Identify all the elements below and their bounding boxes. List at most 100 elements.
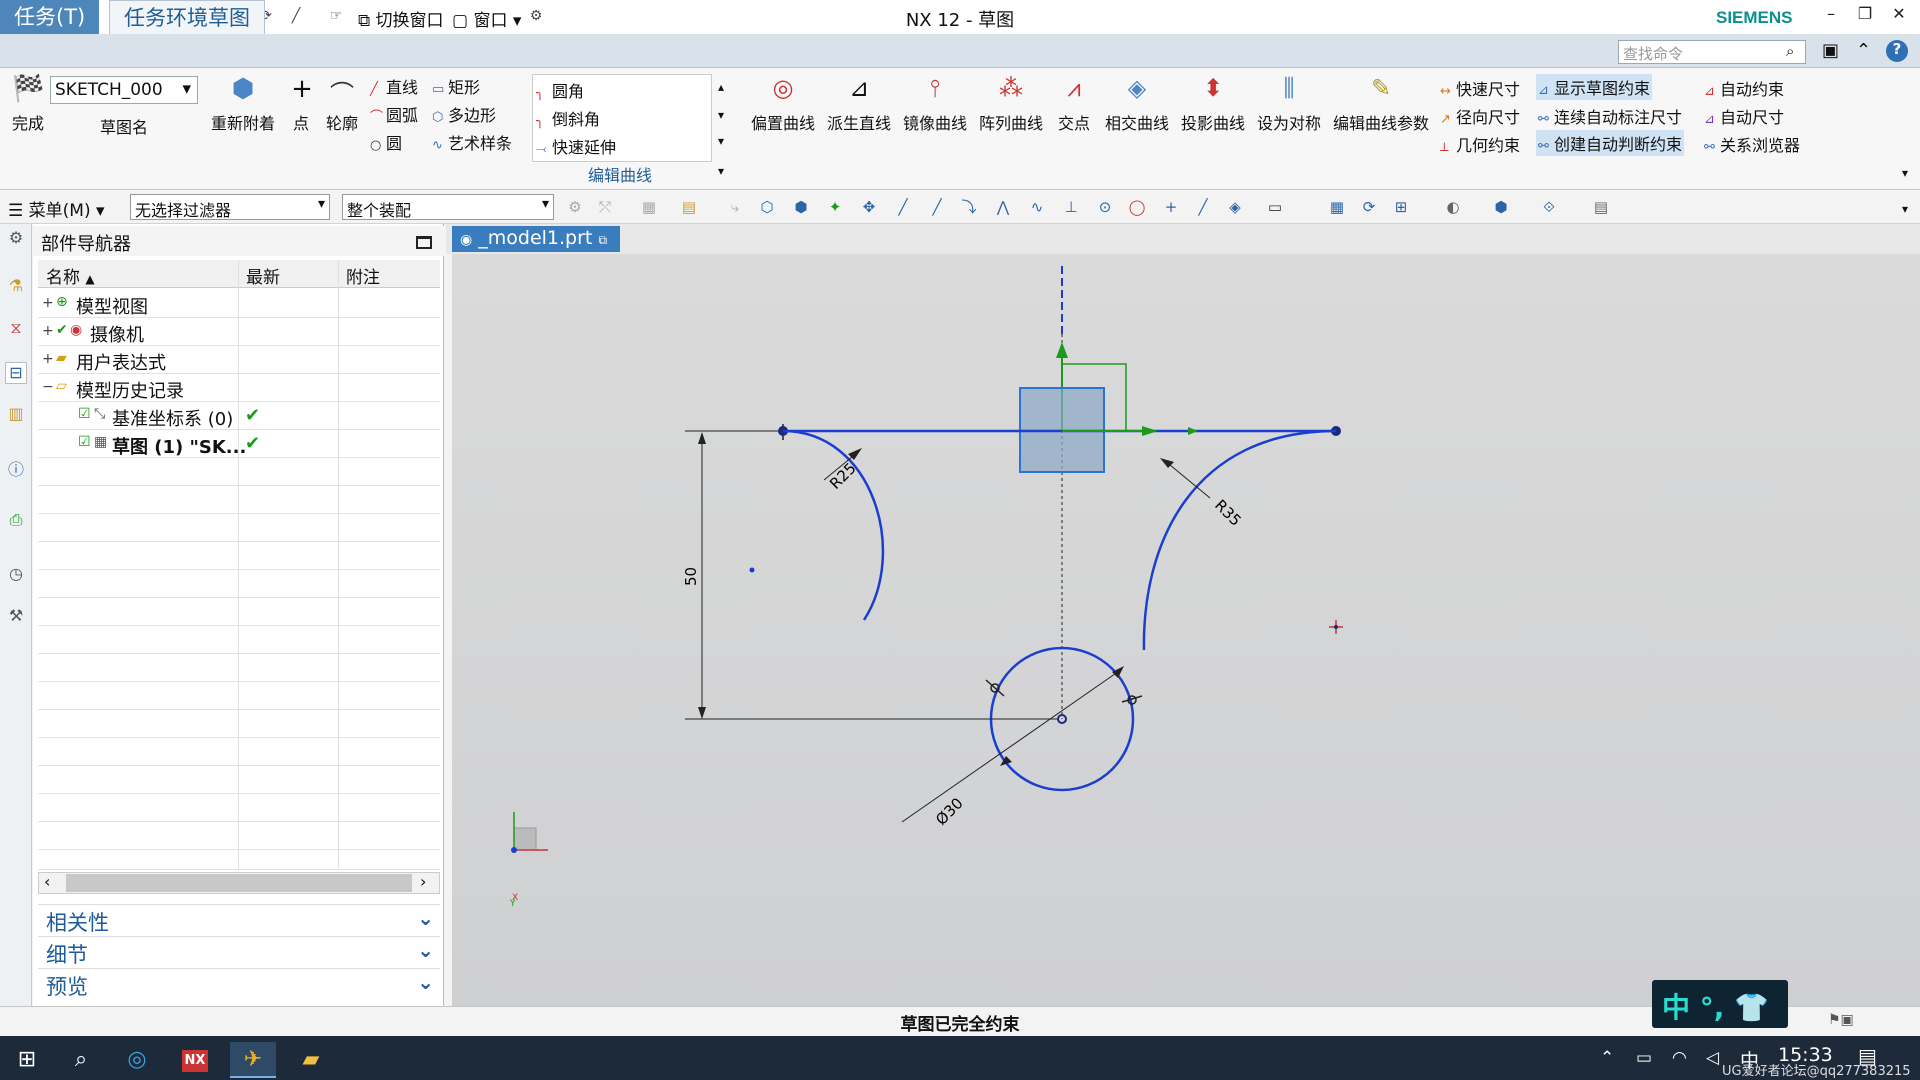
circle-button[interactable]: ○ 圆 — [370, 130, 402, 154]
reuse-library-icon[interactable]: ▥ — [5, 404, 27, 426]
dimension-50[interactable]: 50 — [682, 567, 700, 586]
auto-dimension-button[interactable]: ⊿ 自动尺寸 — [1704, 104, 1784, 128]
radial-dimension-button[interactable]: ↗ 径向尺寸 — [1440, 104, 1520, 128]
point-on-face-icon[interactable]: ◈ — [1224, 196, 1246, 218]
derived-line-button[interactable]: ⊿ 派生直线 — [822, 74, 896, 134]
layer-icon[interactable]: ▤ — [1590, 196, 1612, 218]
checkbox-checked-icon[interactable]: ✔ — [56, 322, 68, 338]
assembly-icon[interactable]: ▦ — [638, 196, 660, 218]
finish-button[interactable]: 🏁 完成 — [8, 74, 48, 134]
collapse-icon[interactable]: − — [42, 379, 56, 395]
mirror-curve-button[interactable]: ⫯ 镜像曲线 — [898, 74, 972, 134]
show-sketch-constraints-toggle[interactable]: ⊿ 显示草图约束 — [1536, 74, 1653, 100]
tree-row-user-expressions[interactable]: + ▰ 用户表达式 — [38, 346, 440, 374]
group-options-icon[interactable]: ▾ — [718, 164, 724, 178]
search-icon[interactable]: ⌕ — [58, 1042, 104, 1078]
geometric-constraint-button[interactable]: ⟂ 几何约束 — [1440, 132, 1520, 156]
continuous-auto-dimension-button[interactable]: ⚯ 连续自动标注尺寸 — [1538, 104, 1682, 128]
right-arc-r35[interactable] — [1142, 429, 1337, 651]
fit-icon[interactable]: ⊞ — [1390, 196, 1412, 218]
scrollbar-thumb[interactable] — [66, 874, 412, 892]
expand-icon[interactable]: + — [42, 323, 56, 339]
point-on-curve-icon[interactable]: ╱ — [1192, 196, 1214, 218]
tree-row-sketch[interactable]: ☑ ▦ 草图 (1) "SK... ✔ — [38, 430, 440, 458]
tree-row-model-history[interactable]: − ▱ 模型历史记录 — [38, 374, 440, 402]
expand-icon[interactable]: + — [42, 351, 56, 367]
column-latest[interactable]: 最新 — [246, 263, 280, 288]
intersect-point-icon[interactable]: ⋀ — [992, 196, 1014, 218]
scope-select[interactable]: 整个装配 — [342, 194, 554, 220]
show-hidden-icons[interactable]: ⌃ — [1600, 1048, 1614, 1068]
tab-sketch-environment[interactable]: 任务环境草图 — [109, 0, 265, 34]
graphics-window[interactable]: R25 R35 50 Ø30 X Y — [452, 254, 1920, 1006]
snap-grid-icon[interactable]: ✥ — [858, 196, 880, 218]
section-view-icon[interactable]: ⟐ — [1538, 196, 1560, 218]
make-symmetric-button[interactable]: ⫼ 设为对称 — [1252, 74, 1326, 134]
part-navigator-icon[interactable]: ⊟ — [5, 362, 27, 384]
web-browser-icon[interactable]: ⎙ — [5, 510, 27, 532]
hd3d-tools-icon[interactable]: ⓘ — [5, 456, 27, 479]
rectangle-button[interactable]: ▭ 矩形 — [432, 74, 480, 98]
history-icon[interactable]: ◷ — [5, 564, 27, 586]
arc-button[interactable]: ⌒ 圆弧 — [370, 102, 418, 126]
search-icon[interactable]: ⌕ — [1786, 42, 1794, 60]
select-body-icon[interactable]: ⬡ — [756, 196, 778, 218]
menu-button[interactable]: ☰ 菜单(M) ▾ — [8, 196, 105, 221]
rapid-dimension-button[interactable]: ↔ 快速尺寸 — [1440, 76, 1520, 100]
line-button[interactable]: ╱ 直线 — [370, 74, 418, 98]
settings-icon[interactable]: ⚙ — [5, 228, 27, 250]
document-tab-model1[interactable]: ◉ _model1.prt ⧉ × — [452, 226, 620, 270]
quadrant-point-icon[interactable]: ◯ — [1126, 196, 1148, 218]
checkbox-checked-icon[interactable]: ☑ — [78, 434, 91, 450]
stray-point[interactable] — [749, 567, 755, 573]
tab-task[interactable]: 任务(T) — [0, 0, 100, 34]
battery-icon[interactable]: ▭ — [1636, 1048, 1652, 1068]
intersection-curve-button[interactable]: ◈ 相交曲线 — [1100, 74, 1174, 134]
system-materials-icon[interactable]: ⚒ — [5, 606, 27, 628]
control-point-icon[interactable]: ⤵ — [958, 196, 980, 218]
full-screen-icon[interactable]: ▣ — [1822, 40, 1839, 61]
constraint-navigator-icon[interactable]: ⧖ — [5, 318, 27, 340]
close-button[interactable]: ✕ — [1886, 4, 1912, 28]
arc-center-icon[interactable]: ⊙ — [1094, 196, 1116, 218]
view-orientation-icon[interactable]: ⬢ — [1490, 196, 1512, 218]
mid-point-icon[interactable]: ╱ — [926, 196, 948, 218]
quick-extend-button[interactable]: ⤙ 快速延伸 — [536, 134, 616, 158]
section-dependencies[interactable]: 相关性 ⌄ — [38, 904, 440, 935]
scroll-right-icon[interactable]: › — [420, 872, 426, 891]
filter-options-icon[interactable]: ⚙ — [564, 196, 586, 218]
create-inferred-constraints-toggle[interactable]: ⚯ 创建自动判断约束 — [1536, 130, 1685, 156]
status-flag-icon[interactable]: ⚑▣ — [1828, 1012, 1854, 1028]
column-name[interactable]: 名称 ▲ — [46, 263, 95, 288]
select-feature-icon[interactable]: ▤ — [678, 196, 700, 218]
curve-point-icon[interactable]: ∿ — [1026, 196, 1048, 218]
fillet-button[interactable]: ╮ 圆角 — [536, 78, 584, 102]
refresh-icon[interactable]: ⟳ — [1358, 196, 1380, 218]
profile-button[interactable]: ⌒ 轮廓 — [322, 74, 362, 134]
view-frame-icon[interactable]: ▭ — [1264, 196, 1286, 218]
wifi-icon[interactable]: ◠ — [1672, 1048, 1687, 1068]
dimension-d30[interactable]: Ø30 — [932, 794, 967, 829]
sketch-name-select[interactable]: SKETCH_000 ▾ — [50, 76, 198, 104]
select-solid-icon[interactable]: ⬢ — [790, 196, 812, 218]
project-curve-button[interactable]: ⬍ 投影曲线 — [1176, 74, 1250, 134]
orient-view-icon[interactable]: ▦ — [1326, 196, 1348, 218]
tangent-point-icon[interactable]: ⊥ — [1060, 196, 1082, 218]
section-preview[interactable]: 预览 ⌄ — [38, 968, 440, 999]
offset-curve-button[interactable]: ◎ 偏置曲线 — [746, 74, 820, 134]
reattach-button[interactable]: ⬢ 重新附着 — [208, 74, 278, 134]
ime-toolbar[interactable]: 中 °, 👕 — [1652, 980, 1788, 1028]
render-style-icon[interactable]: ◐ — [1442, 196, 1464, 218]
section-details[interactable]: 细节 ⌄ — [38, 936, 440, 967]
edit-curve-params-button[interactable]: ✎ 编辑曲线参数 — [1328, 74, 1434, 134]
studio-spline-button[interactable]: ∿ 艺术样条 — [432, 130, 512, 154]
maximize-panel-icon[interactable] — [416, 236, 432, 249]
scroll-left-icon[interactable]: ‹ — [44, 872, 50, 891]
tree-row-model-views[interactable]: + ⊕ 模型视图 — [38, 290, 440, 318]
deselect-icon[interactable]: ⤲ — [594, 196, 616, 218]
collapse-ribbon-icon[interactable]: ⌃ — [1856, 40, 1871, 61]
left-arc-r25[interactable] — [782, 429, 885, 621]
gallery-scroll-down-icon[interactable]: ▾ — [718, 108, 724, 122]
restore-button[interactable]: ❐ — [1852, 4, 1878, 28]
edge-browser-icon[interactable]: ◎ — [114, 1042, 160, 1078]
